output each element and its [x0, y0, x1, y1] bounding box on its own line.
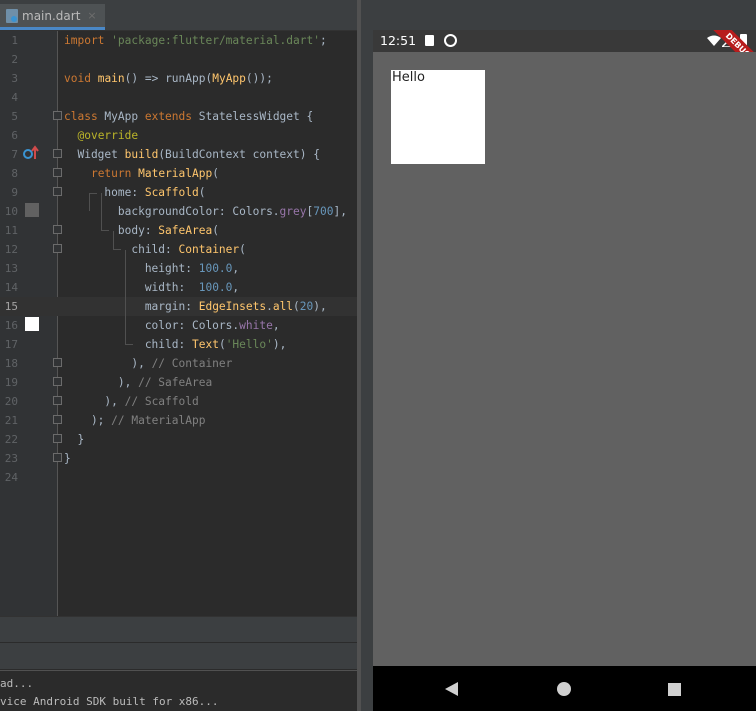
line-number: 15: [4, 300, 18, 313]
tree-guide: [89, 193, 97, 194]
fold-marker[interactable]: [53, 377, 62, 386]
fold-marker[interactable]: [53, 187, 62, 196]
code-line[interactable]: 16 color: Colors.white,: [0, 316, 357, 335]
line-number: 6: [11, 129, 18, 142]
run-console: ad... vice Android SDK built for x86...: [0, 670, 357, 711]
fold-marker[interactable]: [53, 453, 62, 462]
android-emulator: 12:51 DEBUG Hello: [361, 0, 756, 711]
line-number: 17: [4, 338, 18, 351]
code-editor: main.dart × 1 import 'package:flutter/mat…: [0, 0, 357, 711]
hello-container: Hello: [391, 70, 485, 164]
close-tab-icon[interactable]: ×: [87, 9, 96, 22]
line-number: 13: [4, 262, 18, 275]
white-color-swatch[interactable]: [25, 317, 39, 331]
code-line[interactable]: 3 void main() => runApp(MyApp());: [0, 69, 357, 88]
line-number: 8: [11, 167, 18, 180]
line-number: 4: [11, 91, 18, 104]
line-number: 24: [4, 471, 18, 484]
line-number: 9: [11, 186, 18, 199]
tree-guide: [125, 250, 126, 344]
dart-file-icon: [6, 8, 18, 23]
code-line[interactable]: 1 import 'package:flutter/material.dart';: [0, 31, 357, 50]
code-line[interactable]: 10 backgroundColor: Colors.grey[700],: [0, 202, 357, 221]
code-line[interactable]: 6 @override: [0, 126, 357, 145]
line-number: 1: [11, 34, 18, 47]
fold-marker[interactable]: [53, 225, 62, 234]
line-number: 20: [4, 395, 18, 408]
status-bar: 12:51 DEBUG: [373, 30, 756, 79]
code-line[interactable]: 17 child: Text('Hello'),: [0, 335, 357, 354]
hello-text: Hello: [392, 70, 425, 85]
line-number: 16: [4, 319, 18, 332]
fold-marker[interactable]: [53, 396, 62, 405]
tree-guide: [125, 344, 133, 345]
sd-card-icon: [425, 35, 434, 46]
line-number: 7: [11, 148, 18, 161]
code-line[interactable]: 24: [0, 468, 357, 487]
line-number: 14: [4, 281, 18, 294]
status-time: 12:51: [380, 33, 417, 48]
home-icon[interactable]: [557, 682, 571, 696]
editor-tab-bar: main.dart ×: [0, 0, 357, 31]
tree-guide: [113, 231, 114, 249]
line-number: 5: [11, 110, 18, 123]
line-number: 12: [4, 243, 18, 256]
line-number: 11: [4, 224, 18, 237]
recent-apps-icon[interactable]: [668, 683, 681, 696]
line-number: 22: [4, 433, 18, 446]
fold-marker[interactable]: [53, 244, 62, 253]
code-line[interactable]: 14 width: 100.0,: [0, 278, 357, 297]
code-line[interactable]: 13 height: 100.0,: [0, 259, 357, 278]
fold-marker[interactable]: [53, 149, 62, 158]
line-number: 23: [4, 452, 18, 465]
console-line: ad...: [0, 677, 34, 690]
line-number: 10: [4, 205, 18, 218]
tab-label: main.dart: [22, 8, 81, 23]
line-number: 18: [4, 357, 18, 370]
line-number: 2: [11, 53, 18, 66]
tree-guide: [101, 230, 109, 231]
tree-guide: [113, 249, 121, 250]
tree-guide: [89, 193, 90, 211]
code-line[interactable]: 4: [0, 88, 357, 107]
code-area[interactable]: 1 import 'package:flutter/material.dart';…: [0, 31, 357, 616]
wifi-icon: [707, 35, 721, 46]
back-icon[interactable]: [445, 682, 458, 696]
fold-marker[interactable]: [53, 111, 62, 120]
app-scaffold: Hello: [373, 52, 756, 666]
fold-marker[interactable]: [53, 358, 62, 367]
override-method-icon[interactable]: [23, 145, 39, 161]
navigation-bar: [373, 666, 756, 711]
tool-window-header: [0, 642, 357, 669]
line-number: 19: [4, 376, 18, 389]
editor-breadcrumb-bar: [0, 616, 357, 643]
fold-marker[interactable]: [53, 168, 62, 177]
phone-screen[interactable]: 12:51 DEBUG Hello: [373, 30, 756, 711]
line-number: 3: [11, 72, 18, 85]
console-line: vice Android SDK built for x86...: [0, 695, 219, 708]
code-line-current[interactable]: 15 margin: EdgeInsets.all(20),: [0, 297, 357, 316]
code-line[interactable]: 2: [0, 50, 357, 69]
grey-color-swatch[interactable]: [25, 203, 39, 217]
tree-guide: [101, 193, 102, 231]
tab-main-dart[interactable]: main.dart ×: [0, 4, 105, 30]
sync-icon: [444, 34, 457, 47]
fold-marker[interactable]: [53, 434, 62, 443]
line-number: 21: [4, 414, 18, 427]
fold-marker[interactable]: [53, 415, 62, 424]
